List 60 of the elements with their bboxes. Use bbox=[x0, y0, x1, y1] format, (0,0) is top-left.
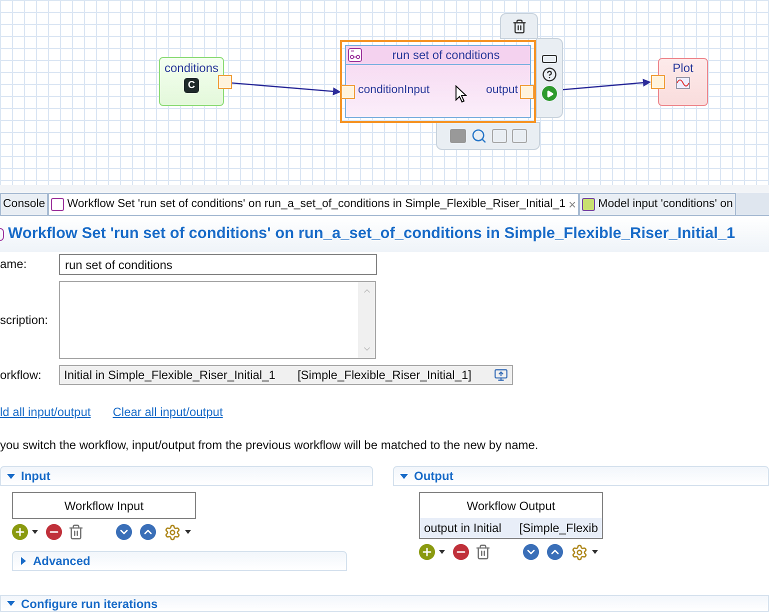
search-icon[interactable] bbox=[470, 128, 486, 144]
table-cell-text: [Simple_Flexib bbox=[518, 520, 599, 537]
port-label: output bbox=[486, 83, 518, 98]
plot-node[interactable]: Plot bbox=[658, 58, 708, 106]
info-text: you switch the workflow, input/output from the previous workflow will be matched to the new by name. bbox=[0, 437, 540, 454]
move-down-button[interactable] bbox=[116, 524, 132, 540]
move-down-button[interactable] bbox=[523, 544, 539, 560]
section-header[interactable]: Input bbox=[0, 466, 373, 486]
field-label: orkflow: bbox=[0, 367, 42, 384]
editor-tab[interactable]: Console bbox=[0, 193, 48, 215]
move-up-button[interactable] bbox=[547, 544, 563, 560]
plus-icon bbox=[14, 526, 26, 538]
dropdown-caret-icon[interactable] bbox=[439, 550, 445, 554]
link[interactable]: Clear all input/output bbox=[112, 403, 223, 421]
node-badge: C bbox=[184, 78, 199, 93]
collapsed-caret-icon[interactable] bbox=[21, 557, 26, 565]
editor-icon bbox=[51, 198, 64, 211]
section-header[interactable]: Configure run iterations bbox=[0, 595, 769, 612]
dropdown-caret-icon[interactable] bbox=[185, 530, 191, 534]
help-icon[interactable] bbox=[542, 67, 557, 82]
dropdown-caret-icon[interactable] bbox=[32, 530, 38, 534]
browse-icon[interactable] bbox=[494, 368, 508, 382]
node-title: conditions bbox=[164, 60, 219, 77]
section-title: Input bbox=[21, 468, 50, 485]
expanded-caret-icon[interactable] bbox=[400, 474, 408, 478]
field-label: ame: bbox=[0, 256, 28, 273]
plus-icon bbox=[421, 546, 433, 558]
section-header[interactable]: Output bbox=[393, 466, 769, 486]
advanced-header[interactable]: Advanced bbox=[12, 551, 347, 571]
editor-title: Workflow Set 'run set of conditions' on run_a_set_of_conditions in Simple_Flexible_Riser_Initial_1 bbox=[8, 224, 736, 244]
table-header: Workflow Input bbox=[63, 498, 145, 514]
delete-icon[interactable] bbox=[512, 18, 526, 34]
plot-icon bbox=[676, 77, 690, 89]
name-field[interactable]: run set of conditions bbox=[59, 254, 377, 275]
node-title: Plot bbox=[672, 60, 694, 77]
editor-tab[interactable]: Model input 'conditions' on bbox=[579, 193, 736, 215]
move-up-button[interactable] bbox=[140, 524, 156, 540]
expanded-caret-icon[interactable] bbox=[7, 474, 15, 478]
link[interactable]: ld all input/output bbox=[0, 403, 91, 421]
port-label: conditionInput bbox=[358, 83, 430, 98]
run-button[interactable] bbox=[542, 86, 557, 101]
description-field[interactable] bbox=[59, 281, 376, 359]
mouse-cursor-icon bbox=[455, 85, 467, 103]
section-title: Advanced bbox=[33, 553, 90, 570]
dropdown-caret-icon[interactable] bbox=[592, 550, 598, 554]
expanded-caret-icon[interactable] bbox=[7, 601, 15, 606]
close-tab-button[interactable]: × bbox=[568, 194, 576, 214]
remove-button[interactable] bbox=[453, 544, 469, 560]
table-cell-text: output in Initial bbox=[423, 520, 502, 537]
editor-icon bbox=[582, 198, 596, 211]
section-title: Configure run iterations bbox=[21, 596, 158, 612]
editor-tab[interactable]: Workflow Set 'run set of conditions' on run_a_set_of_conditions in Simple_Flexible_Riser_Initial_1 × bbox=[48, 193, 580, 215]
remove-button[interactable] bbox=[46, 524, 62, 540]
table-header: Workflow Output bbox=[466, 498, 556, 514]
section-title: Output bbox=[414, 468, 454, 485]
workflow-field[interactable]: Initial in Simple_Flexible_Riser_Initial_1 [Simple_Flexible_Riser_Initial_1] bbox=[59, 365, 513, 385]
play-icon bbox=[546, 90, 554, 98]
field-label: scription: bbox=[0, 312, 50, 329]
source-node[interactable]: conditions C bbox=[159, 57, 224, 106]
node-title: run set of conditions bbox=[391, 47, 501, 64]
